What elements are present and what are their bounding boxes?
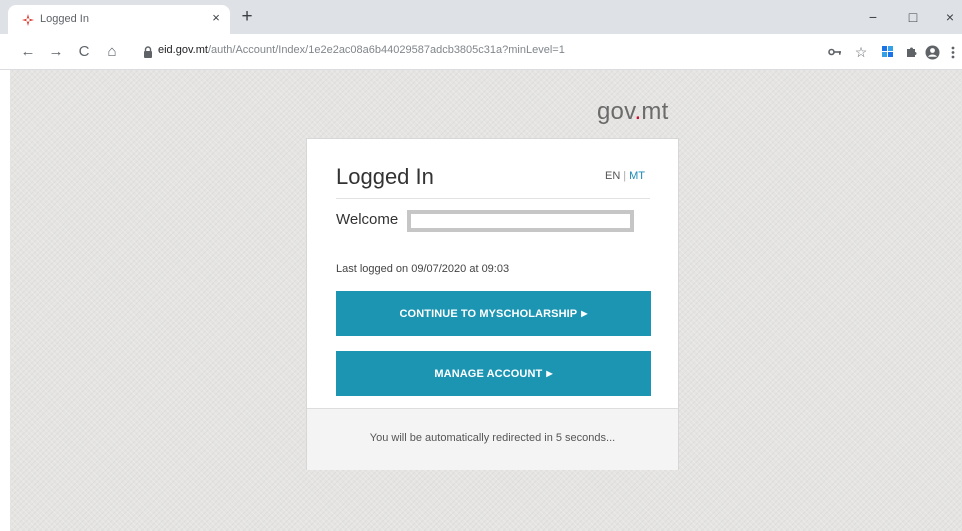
star-icon[interactable]: ☆ <box>850 41 872 63</box>
last-logged-text: Last logged on 09/07/2020 at 09:03 <box>336 263 510 275</box>
url-host: eid.gov.mt <box>158 44 208 56</box>
url-text[interactable]: eid.gov.mt/auth/Account/Index/1e2e2ac08a… <box>158 44 565 56</box>
puzzle-icon[interactable] <box>900 41 922 63</box>
reload-button[interactable]: C <box>73 41 95 63</box>
tab-strip: Logged In × + − □ × <box>0 0 962 34</box>
play-arrow-icon: ▶ <box>581 309 588 318</box>
profile-icon[interactable] <box>921 41 943 63</box>
redacted-username <box>407 210 634 232</box>
continue-to-myscholarship-button[interactable]: CONTINUE TO MYSCHOLARSHIP ▶ <box>336 291 651 336</box>
welcome-label: Welcome <box>336 211 399 228</box>
redirect-notice: You will be automatically redirected in … <box>369 432 616 444</box>
url-path: /auth/Account/Index/1e2e2ac08a6b44029587… <box>207 44 565 56</box>
page-content: gov.mt Logged In EN | MT Welcome Last logg… <box>10 70 962 531</box>
tab-close-icon[interactable]: × <box>208 10 224 26</box>
manage-account-button[interactable]: MANAGE ACCOUNT ▶ <box>336 351 651 396</box>
extension-icon[interactable] <box>876 41 898 63</box>
lock-icon[interactable] <box>142 46 154 58</box>
home-button[interactable]: ⌂ <box>101 41 123 63</box>
lang-mt-link[interactable]: MT <box>629 170 645 182</box>
lang-separator: | <box>623 170 627 182</box>
brand-logo[interactable]: gov.mt <box>597 98 668 126</box>
brand-tld: mt <box>641 98 669 125</box>
maltese-cross-icon <box>22 14 34 26</box>
new-tab-button[interactable]: + <box>237 7 257 27</box>
browser-toolbar: ← → C ⌂ eid.gov.mt/auth/Account/Index/1e… <box>0 34 962 70</box>
brand-name: gov <box>597 98 635 125</box>
window-close-button[interactable]: × <box>938 6 962 28</box>
back-button[interactable]: ← <box>17 41 39 63</box>
menu-icon[interactable] <box>942 41 962 63</box>
manage-button-label: MANAGE ACCOUNT <box>434 368 543 380</box>
browser-tab[interactable]: Logged In × <box>8 5 230 34</box>
forward-button[interactable]: → <box>45 41 67 63</box>
lang-en-link[interactable]: EN <box>605 170 620 182</box>
minimize-button[interactable]: − <box>861 6 885 28</box>
tab-title: Logged In <box>40 13 89 25</box>
address-bar[interactable]: eid.gov.mt/auth/Account/Index/1e2e2ac08a… <box>134 39 819 65</box>
language-switcher: EN | MT <box>605 170 645 182</box>
login-card: Logged In EN | MT Welcome Last logged on 0… <box>306 138 679 470</box>
play-arrow-icon: ▶ <box>546 369 553 378</box>
divider <box>336 198 650 199</box>
card-footer: You will be automatically redirected in … <box>307 408 678 470</box>
continue-button-label: CONTINUE TO MYSCHOLARSHIP <box>399 308 578 320</box>
card-title: Logged In <box>336 164 434 189</box>
key-icon[interactable] <box>824 41 846 63</box>
maximize-button[interactable]: □ <box>901 6 925 28</box>
